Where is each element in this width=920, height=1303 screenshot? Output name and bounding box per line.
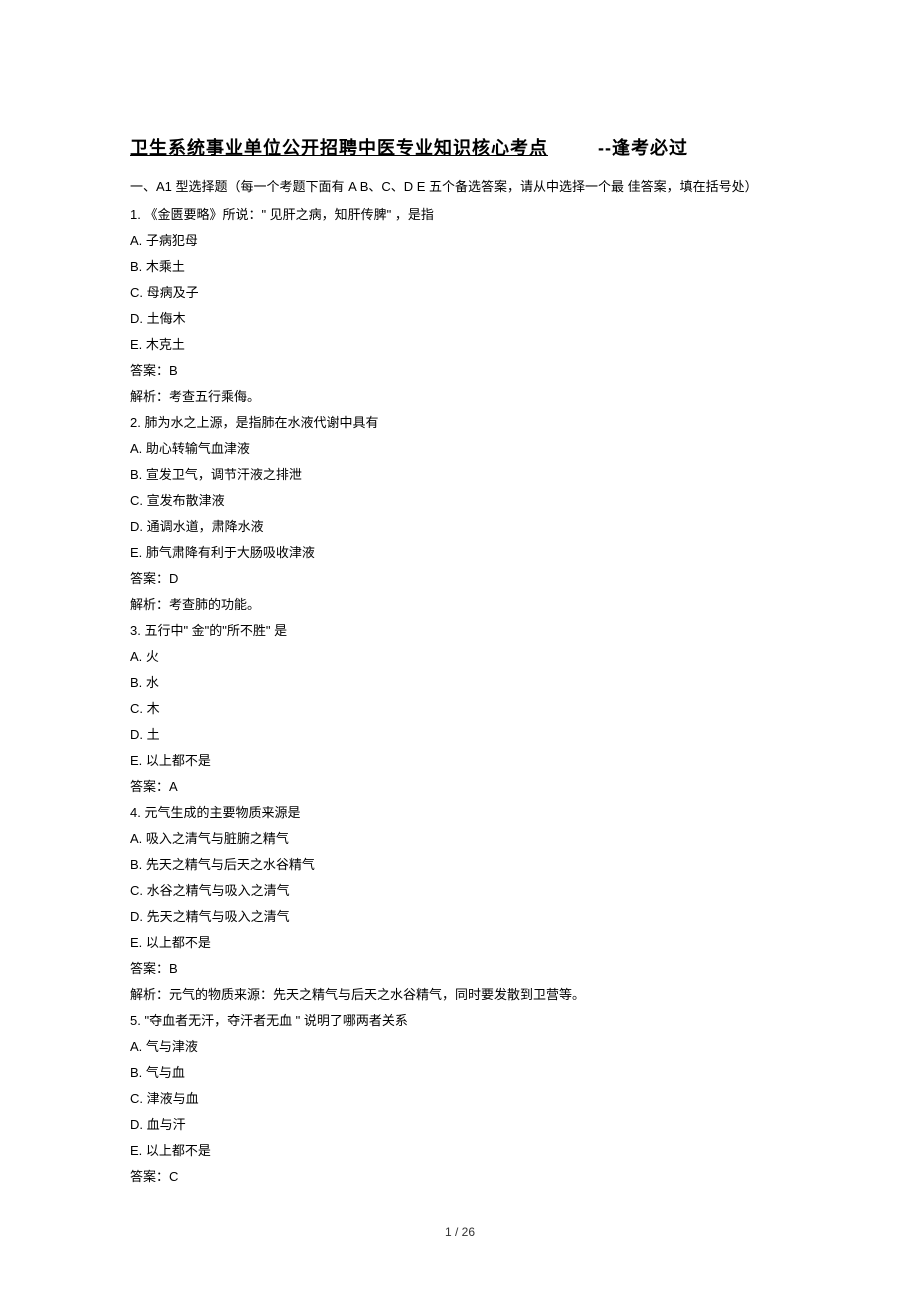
questions-container: 1. 《金匮要略》所说：" 见肝之病，知肝传脾" ，是指A. 子病犯母B. 木乘… [130, 202, 790, 1190]
question-text: 5. "夺血者无汗，夺汗者无血 " 说明了哪两者关系 [130, 1008, 790, 1034]
answer: 答案：D [130, 566, 790, 592]
option: B. 先天之精气与后天之水谷精气 [130, 852, 790, 878]
option: A. 气与津液 [130, 1034, 790, 1060]
option: C. 母病及子 [130, 280, 790, 306]
title-part1: 卫生系统事业单位公开招聘中医专业知识核心考点 [130, 138, 548, 158]
option: D. 先天之精气与吸入之清气 [130, 904, 790, 930]
option: B. 气与血 [130, 1060, 790, 1086]
question-text: 4. 元气生成的主要物质来源是 [130, 800, 790, 826]
analysis: 解析：考查五行乘侮。 [130, 384, 790, 410]
option: C. 宣发布散津液 [130, 488, 790, 514]
option: B. 木乘土 [130, 254, 790, 280]
option: A. 助心转输气血津液 [130, 436, 790, 462]
option: B. 水 [130, 670, 790, 696]
analysis: 解析：元气的物质来源：先天之精气与后天之水谷精气，同时要发散到卫营等。 [130, 982, 790, 1008]
option: E. 以上都不是 [130, 748, 790, 774]
option: E. 以上都不是 [130, 930, 790, 956]
option: A. 吸入之清气与脏腑之精气 [130, 826, 790, 852]
answer: 答案：C [130, 1164, 790, 1190]
option: A. 火 [130, 644, 790, 670]
question-block: 2. 肺为水之上源，是指肺在水液代谢中具有A. 助心转输气血津液B. 宣发卫气，… [130, 410, 790, 618]
option: E. 肺气肃降有利于大肠吸收津液 [130, 540, 790, 566]
option: D. 血与汗 [130, 1112, 790, 1138]
question-block: 5. "夺血者无汗，夺汗者无血 " 说明了哪两者关系A. 气与津液B. 气与血C… [130, 1008, 790, 1190]
answer: 答案：B [130, 358, 790, 384]
option: D. 通调水道，肃降水液 [130, 514, 790, 540]
option: D. 土 [130, 722, 790, 748]
option: E. 以上都不是 [130, 1138, 790, 1164]
page-number: 1 / 26 [130, 1220, 790, 1244]
option: C. 津液与血 [130, 1086, 790, 1112]
section-instruction: 一、A1 型选择题（每一个考题下面有 A B、C、D E 五个备选答案，请从中选… [130, 174, 790, 200]
question-block: 1. 《金匮要略》所说：" 见肝之病，知肝传脾" ，是指A. 子病犯母B. 木乘… [130, 202, 790, 410]
question-block: 4. 元气生成的主要物质来源是A. 吸入之清气与脏腑之精气B. 先天之精气与后天… [130, 800, 790, 1008]
question-text: 1. 《金匮要略》所说：" 见肝之病，知肝传脾" ，是指 [130, 202, 790, 228]
option: A. 子病犯母 [130, 228, 790, 254]
option: D. 土侮木 [130, 306, 790, 332]
question-block: 3. 五行中" 金"的"所不胜" 是A. 火B. 水C. 木D. 土E. 以上都… [130, 618, 790, 800]
answer: 答案：A [130, 774, 790, 800]
question-text: 2. 肺为水之上源，是指肺在水液代谢中具有 [130, 410, 790, 436]
option: C. 木 [130, 696, 790, 722]
option: B. 宣发卫气，调节汗液之排泄 [130, 462, 790, 488]
option: C. 水谷之精气与吸入之清气 [130, 878, 790, 904]
option: E. 木克土 [130, 332, 790, 358]
document-title: 卫生系统事业单位公开招聘中医专业知识核心考点 --逢考必过 [130, 130, 790, 166]
title-part2: --逢考必过 [598, 138, 688, 158]
analysis: 解析：考查肺的功能。 [130, 592, 790, 618]
question-text: 3. 五行中" 金"的"所不胜" 是 [130, 618, 790, 644]
answer: 答案：B [130, 956, 790, 982]
